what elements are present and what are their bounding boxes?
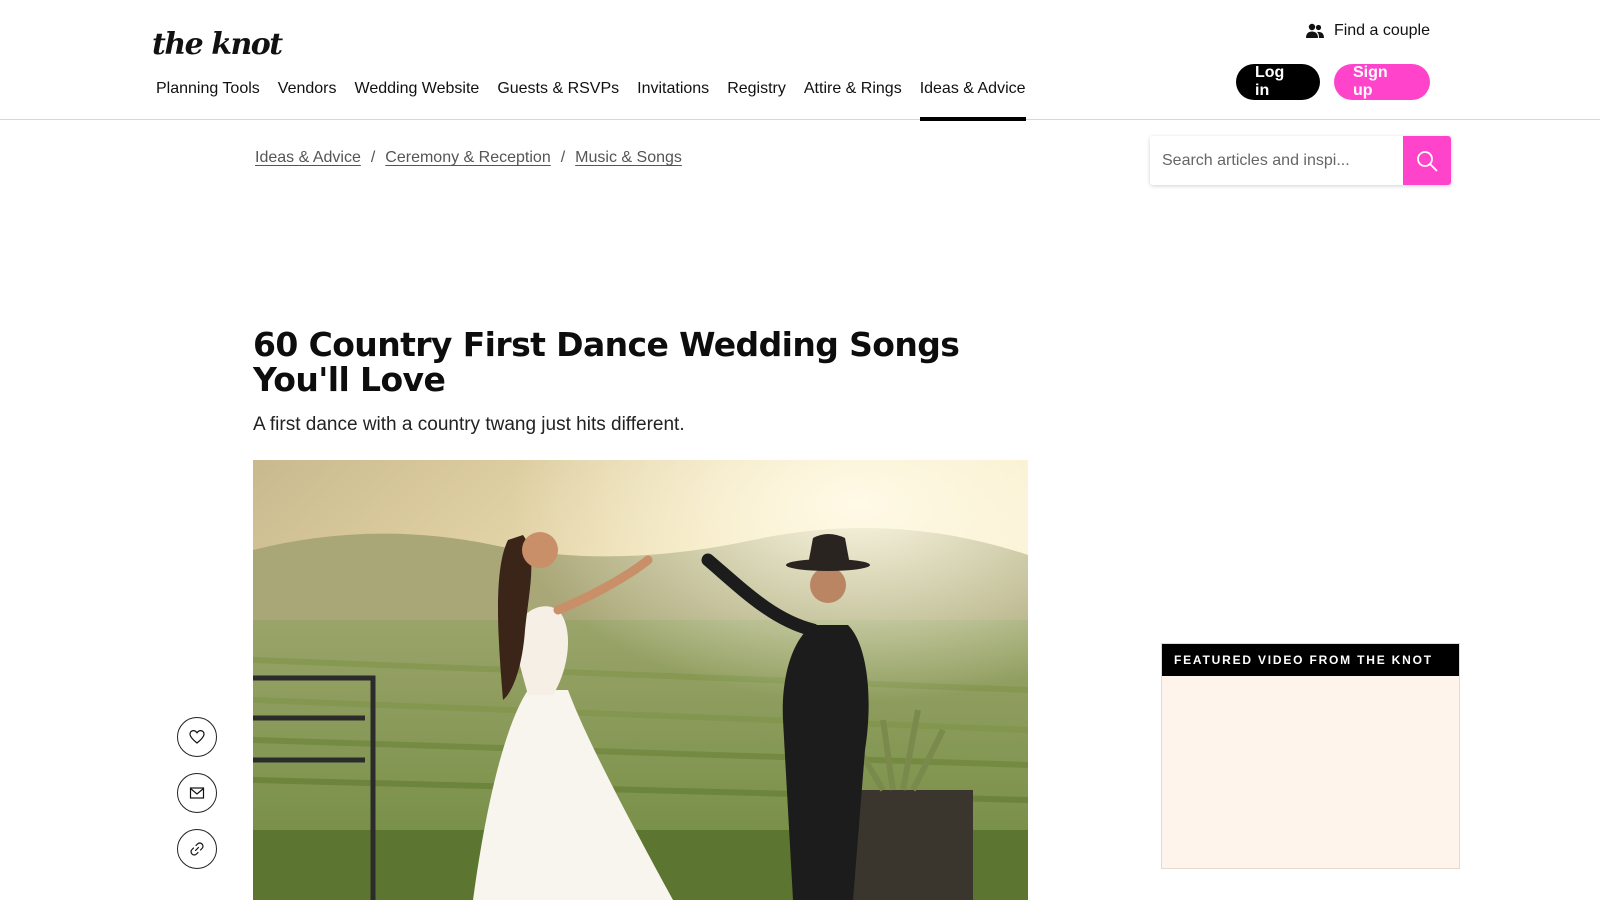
mail-icon xyxy=(189,787,205,799)
breadcrumb: Ideas & Advice / Ceremony & Reception / … xyxy=(255,149,682,167)
email-share-button[interactable] xyxy=(177,773,217,813)
find-couple-label: Find a couple xyxy=(1333,22,1430,39)
nav-invitations[interactable]: Invitations xyxy=(637,78,709,120)
the-knot-logo[interactable]: the knot xyxy=(152,24,283,64)
search-button[interactable] xyxy=(1403,136,1451,185)
breadcrumb-separator: / xyxy=(370,149,376,166)
article-subtitle: A first dance with a country twang just … xyxy=(253,414,685,435)
main-nav: Planning Tools Vendors Wedding Website G… xyxy=(156,78,1026,121)
nav-planning-tools[interactable]: Planning Tools xyxy=(156,78,260,120)
breadcrumb-separator: / xyxy=(560,149,566,166)
breadcrumb-ceremony-reception[interactable]: Ceremony & Reception xyxy=(385,149,550,167)
login-button[interactable]: Log in xyxy=(1236,64,1320,100)
nav-vendors[interactable]: Vendors xyxy=(278,78,337,120)
nav-registry[interactable]: Registry xyxy=(727,78,786,120)
find-couple-link[interactable]: Find a couple xyxy=(1305,22,1430,40)
nav-ideas-advice[interactable]: Ideas & Advice xyxy=(919,78,1026,121)
copy-link-button[interactable] xyxy=(177,829,217,869)
breadcrumb-music-songs[interactable]: Music & Songs xyxy=(575,149,682,167)
share-rail xyxy=(177,717,217,869)
save-favorite-button[interactable] xyxy=(177,717,217,757)
featured-video-heading: FEATURED VIDEO FROM THE KNOT xyxy=(1162,644,1459,676)
auth-buttons: Log in Sign up xyxy=(1236,64,1430,100)
signup-button[interactable]: Sign up xyxy=(1334,64,1430,100)
video-player[interactable] xyxy=(1162,676,1459,868)
featured-video: FEATURED VIDEO FROM THE KNOT xyxy=(1161,643,1460,869)
couple-dancing-photo xyxy=(253,460,1028,900)
hero-image xyxy=(253,460,1028,900)
search-input[interactable] xyxy=(1150,136,1403,185)
nav-guests-rsvps[interactable]: Guests & RSVPs xyxy=(497,78,619,120)
link-icon xyxy=(190,842,204,856)
nav-attire-rings[interactable]: Attire & Rings xyxy=(804,78,902,120)
site-header: the knot Find a couple Log in Sign up Pl… xyxy=(0,0,1600,121)
people-icon xyxy=(1305,23,1324,38)
heart-icon xyxy=(189,729,205,744)
logo-text: the knot xyxy=(152,26,283,62)
article-search xyxy=(1150,136,1451,185)
breadcrumb-ideas-advice[interactable]: Ideas & Advice xyxy=(255,149,361,167)
article-title: 60 Country First Dance Wedding Songs You… xyxy=(253,325,960,399)
nav-wedding-website[interactable]: Wedding Website xyxy=(355,78,480,120)
search-icon xyxy=(1417,150,1438,171)
